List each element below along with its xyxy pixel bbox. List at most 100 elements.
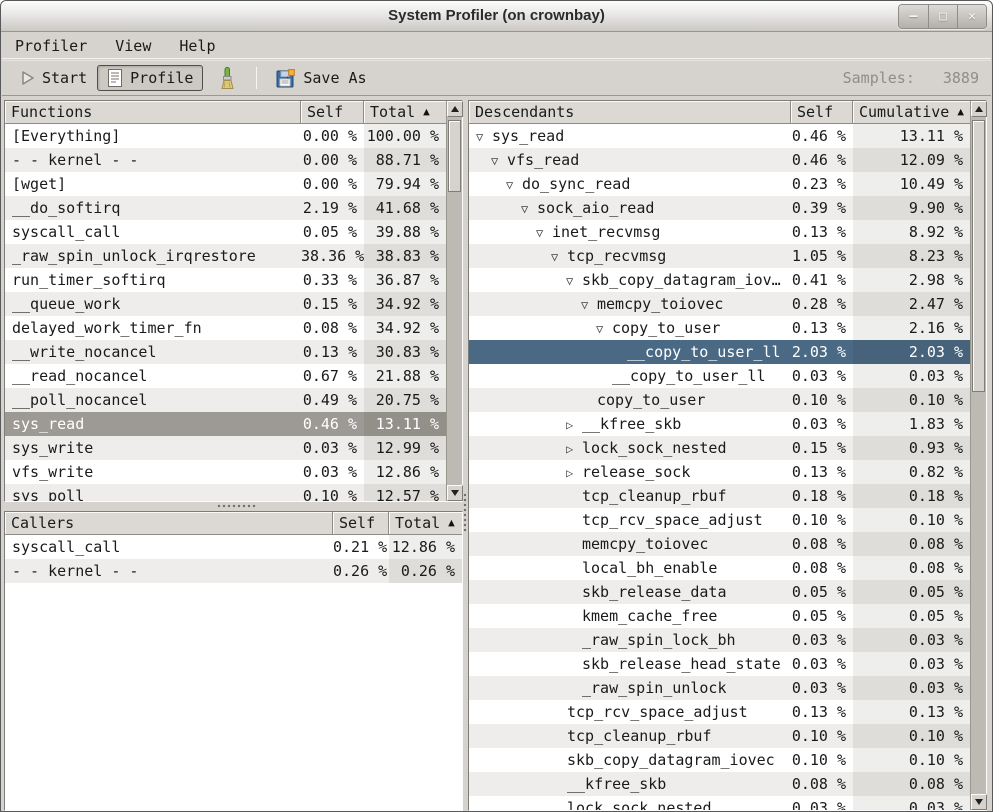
table-row[interactable]: sys_write0.03 %12.99 % bbox=[5, 436, 446, 460]
table-row[interactable]: [wget]0.00 %79.94 % bbox=[5, 172, 446, 196]
table-row[interactable]: skb_release_data0.05 %0.05 % bbox=[469, 580, 970, 604]
expander-open-icon[interactable]: ▽ bbox=[581, 293, 597, 316]
table-row[interactable]: __copy_to_user_ll0.03 %0.03 % bbox=[469, 364, 970, 388]
table-row[interactable]: syscall_call0.21 %12.86 % bbox=[5, 535, 462, 559]
table-row[interactable]: __copy_to_user_ll2.03 %2.03 % bbox=[469, 340, 970, 364]
table-row[interactable]: ▽tcp_recvmsg1.05 %8.23 % bbox=[469, 244, 970, 268]
table-row[interactable]: __poll_nocancel0.49 %20.75 % bbox=[5, 388, 446, 412]
scroll-down-button[interactable] bbox=[971, 794, 987, 810]
scroll-up-button[interactable] bbox=[447, 101, 463, 117]
close-button[interactable]: ✕ bbox=[957, 5, 986, 28]
table-row[interactable]: - - kernel - -0.26 %0.26 % bbox=[5, 559, 462, 583]
table-row[interactable]: ▷release_sock0.13 %0.82 % bbox=[469, 460, 970, 484]
column-header-total[interactable]: Total ▲ bbox=[364, 101, 446, 124]
table-row[interactable]: _raw_spin_unlock0.03 %0.03 % bbox=[469, 676, 970, 700]
table-row[interactable]: ▽skb_copy_datagram_iov…0.41 %2.98 % bbox=[469, 268, 970, 292]
profile-button[interactable]: Profile bbox=[97, 65, 203, 91]
column-header-self[interactable]: Self bbox=[791, 101, 853, 124]
table-row[interactable]: sys_poll0.10 %12.57 % bbox=[5, 484, 446, 501]
cell-self-percent: 0.46 % bbox=[301, 412, 364, 436]
table-row[interactable]: kmem_cache_free0.05 %0.05 % bbox=[469, 604, 970, 628]
table-row[interactable]: __read_nocancel0.67 %21.88 % bbox=[5, 364, 446, 388]
expander-open-icon[interactable]: ▽ bbox=[491, 149, 507, 172]
cell-function-name: tcp_rcv_space_adjust bbox=[469, 700, 791, 724]
menu-profiler[interactable]: Profiler bbox=[12, 35, 90, 57]
column-header-functions[interactable]: Functions bbox=[5, 101, 301, 124]
cell-function-name: _raw_spin_unlock_irqrestore bbox=[5, 244, 301, 268]
menu-view[interactable]: View bbox=[112, 35, 154, 57]
vertical-pane-splitter[interactable] bbox=[463, 493, 467, 533]
expander-open-icon[interactable]: ▽ bbox=[476, 125, 492, 148]
column-header-callers[interactable]: Callers bbox=[5, 512, 333, 535]
titlebar[interactable]: System Profiler (on crownbay) – □ ✕ bbox=[1, 1, 992, 32]
table-row[interactable]: vfs_write0.03 %12.86 % bbox=[5, 460, 446, 484]
table-row[interactable]: ▷lock_sock_nested0.15 %0.93 % bbox=[469, 436, 970, 460]
menu-help[interactable]: Help bbox=[176, 35, 218, 57]
expander-closed-icon[interactable]: ▷ bbox=[566, 437, 582, 460]
scroll-up-button[interactable] bbox=[971, 101, 987, 117]
table-row[interactable]: memcpy_toiovec0.08 %0.08 % bbox=[469, 532, 970, 556]
table-row[interactable]: - - kernel - -0.00 %88.71 % bbox=[5, 148, 446, 172]
expander-open-icon[interactable]: ▽ bbox=[566, 269, 582, 292]
start-button[interactable]: Start bbox=[10, 65, 97, 91]
table-row[interactable]: local_bh_enable0.08 %0.08 % bbox=[469, 556, 970, 580]
cell-total-percent: 0.03 % bbox=[853, 652, 970, 676]
table-row[interactable]: ▽inet_recvmsg0.13 %8.92 % bbox=[469, 220, 970, 244]
table-row[interactable]: copy_to_user0.10 %0.10 % bbox=[469, 388, 970, 412]
descendants-scrollbar[interactable] bbox=[970, 101, 986, 810]
column-header-descendants[interactable]: Descendants bbox=[469, 101, 791, 124]
column-header-total[interactable]: Total ▲ bbox=[389, 512, 462, 535]
cell-total-percent: 0.10 % bbox=[853, 748, 970, 772]
cell-self-percent: 0.03 % bbox=[791, 652, 853, 676]
minimize-button[interactable]: – bbox=[899, 5, 928, 28]
table-row[interactable]: skb_release_head_state0.03 %0.03 % bbox=[469, 652, 970, 676]
table-row[interactable]: tcp_rcv_space_adjust0.13 %0.13 % bbox=[469, 700, 970, 724]
cell-function-name: __read_nocancel bbox=[5, 364, 301, 388]
column-header-self[interactable]: Self bbox=[333, 512, 389, 535]
column-header-self[interactable]: Self bbox=[301, 101, 364, 124]
table-row[interactable]: [Everything]0.00 %100.00 % bbox=[5, 124, 446, 148]
table-row[interactable]: ▷__kfree_skb0.03 %1.83 % bbox=[469, 412, 970, 436]
table-row[interactable]: ▽sys_read0.46 %13.11 % bbox=[469, 124, 970, 148]
reset-button[interactable] bbox=[207, 63, 247, 94]
scrollbar-thumb[interactable] bbox=[448, 120, 461, 192]
expander-open-icon[interactable]: ▽ bbox=[596, 317, 612, 340]
expander-open-icon[interactable]: ▽ bbox=[536, 221, 552, 244]
table-row[interactable]: ▽do_sync_read0.23 %10.49 % bbox=[469, 172, 970, 196]
column-header-cumulative[interactable]: Cumulative ▲ bbox=[853, 101, 970, 124]
table-row[interactable]: ▽sock_aio_read0.39 %9.90 % bbox=[469, 196, 970, 220]
table-row[interactable]: ▽memcpy_toiovec0.28 %2.47 % bbox=[469, 292, 970, 316]
table-row[interactable]: __kfree_skb0.08 %0.08 % bbox=[469, 772, 970, 796]
maximize-button[interactable]: □ bbox=[928, 5, 957, 28]
table-row[interactable]: ▽copy_to_user0.13 %2.16 % bbox=[469, 316, 970, 340]
expander-closed-icon[interactable]: ▷ bbox=[566, 461, 582, 484]
scrollbar-thumb[interactable] bbox=[972, 120, 985, 392]
horizontal-pane-splitter[interactable] bbox=[217, 504, 257, 508]
table-row[interactable]: delayed_work_timer_fn0.08 %34.92 % bbox=[5, 316, 446, 340]
save-as-button[interactable]: Save As bbox=[266, 64, 376, 92]
cell-total-percent: 0.82 % bbox=[853, 460, 970, 484]
table-row[interactable]: __write_nocancel0.13 %30.83 % bbox=[5, 340, 446, 364]
table-row[interactable]: ▽vfs_read0.46 %12.09 % bbox=[469, 148, 970, 172]
scroll-down-button[interactable] bbox=[447, 485, 463, 501]
expander-closed-icon[interactable]: ▷ bbox=[566, 413, 582, 436]
table-row[interactable]: tcp_rcv_space_adjust0.10 %0.10 % bbox=[469, 508, 970, 532]
table-row[interactable]: _raw_spin_lock_bh0.03 %0.03 % bbox=[469, 628, 970, 652]
cell-total-percent: 41.68 % bbox=[364, 196, 446, 220]
table-row[interactable]: sys_read0.46 %13.11 % bbox=[5, 412, 446, 436]
functions-scrollbar[interactable] bbox=[446, 101, 462, 501]
table-row[interactable]: _raw_spin_unlock_irqrestore38.36 %38.83 … bbox=[5, 244, 446, 268]
table-row[interactable]: tcp_cleanup_rbuf0.18 %0.18 % bbox=[469, 484, 970, 508]
cell-function-name: __kfree_skb bbox=[469, 772, 791, 796]
expander-open-icon[interactable]: ▽ bbox=[551, 245, 567, 268]
expander-open-icon[interactable]: ▽ bbox=[506, 173, 522, 196]
table-row[interactable]: tcp_cleanup_rbuf0.10 %0.10 % bbox=[469, 724, 970, 748]
table-row[interactable]: syscall_call0.05 %39.88 % bbox=[5, 220, 446, 244]
descendants-header: Descendants Self Cumulative ▲ bbox=[469, 101, 970, 124]
expander-open-icon[interactable]: ▽ bbox=[521, 197, 537, 220]
table-row[interactable]: skb_copy_datagram_iovec0.10 %0.10 % bbox=[469, 748, 970, 772]
table-row[interactable]: lock_sock_nested0.03 %0.03 % bbox=[469, 796, 970, 810]
table-row[interactable]: run_timer_softirq0.33 %36.87 % bbox=[5, 268, 446, 292]
table-row[interactable]: __queue_work0.15 %34.92 % bbox=[5, 292, 446, 316]
table-row[interactable]: __do_softirq2.19 %41.68 % bbox=[5, 196, 446, 220]
